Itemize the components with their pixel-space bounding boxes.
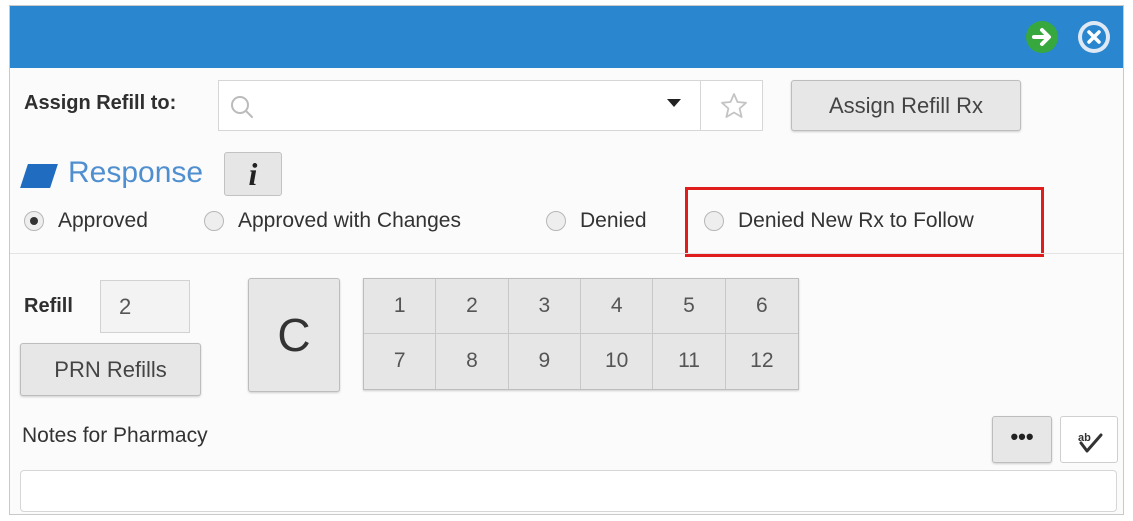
notes-for-pharmacy-input[interactable]	[20, 470, 1117, 512]
titlebar	[10, 6, 1123, 68]
radio-approved-with-changes[interactable]: Approved with Changes	[204, 206, 461, 236]
spellcheck-button[interactable]: ab	[1060, 416, 1118, 463]
radio-approved-dot[interactable]	[24, 211, 44, 231]
combo-divider	[700, 81, 701, 130]
radio-denied[interactable]: Denied	[546, 206, 647, 236]
refill-number-11[interactable]: 11	[653, 334, 726, 389]
info-button[interactable]: i	[224, 152, 282, 196]
refill-window: Assign Refill to: Assign Refill Rx Respo…	[9, 5, 1124, 515]
star-icon[interactable]	[720, 92, 748, 125]
chevron-down-icon[interactable]	[667, 99, 681, 107]
search-icon	[229, 94, 255, 125]
radio-approved-with-changes-label: Approved with Changes	[238, 209, 461, 232]
prn-refills-button[interactable]: PRN Refills	[20, 343, 201, 396]
more-options-button[interactable]: •••	[992, 416, 1052, 463]
refill-count-field[interactable]: 2	[100, 280, 190, 333]
radio-approved-with-changes-dot[interactable]	[204, 211, 224, 231]
clear-button[interactable]: C	[248, 278, 340, 392]
radio-denied-label: Denied	[580, 209, 647, 232]
refill-number-1[interactable]: 1	[364, 279, 437, 334]
assign-refill-label: Assign Refill to:	[24, 92, 177, 114]
refill-number-9[interactable]: 9	[509, 334, 581, 389]
response-section-icon	[20, 164, 58, 188]
radio-denied-dot[interactable]	[546, 211, 566, 231]
close-icon[interactable]	[1078, 21, 1110, 53]
radio-approved-label: Approved	[58, 209, 148, 232]
refill-number-3[interactable]: 3	[508, 279, 581, 334]
radio-approved[interactable]: Approved	[24, 206, 148, 236]
refill-number-4[interactable]: 4	[581, 279, 654, 334]
refill-number-6[interactable]: 6	[725, 279, 798, 334]
refill-number-5[interactable]: 5	[653, 279, 726, 334]
spellcheck-icon: ab	[1078, 432, 1103, 453]
refill-number-pad: 1 2 3 4 5 6 7 8 9 10 11 12	[363, 278, 799, 390]
refill-number-2[interactable]: 2	[436, 279, 509, 334]
section-divider	[10, 253, 1123, 254]
assign-refill-combobox[interactable]	[218, 80, 763, 131]
assign-refill-rx-button[interactable]: Assign Refill Rx	[791, 80, 1021, 131]
highlight-box	[685, 187, 1044, 257]
refill-number-7[interactable]: 7	[364, 334, 437, 389]
refill-number-12[interactable]: 12	[726, 334, 798, 389]
refill-number-8[interactable]: 8	[436, 334, 509, 389]
response-section-title: Response	[68, 156, 204, 189]
notes-for-pharmacy-label: Notes for Pharmacy	[22, 424, 208, 447]
arrow-right-icon[interactable]	[1026, 21, 1058, 53]
refill-number-10[interactable]: 10	[581, 334, 654, 389]
refill-label: Refill	[24, 295, 73, 317]
